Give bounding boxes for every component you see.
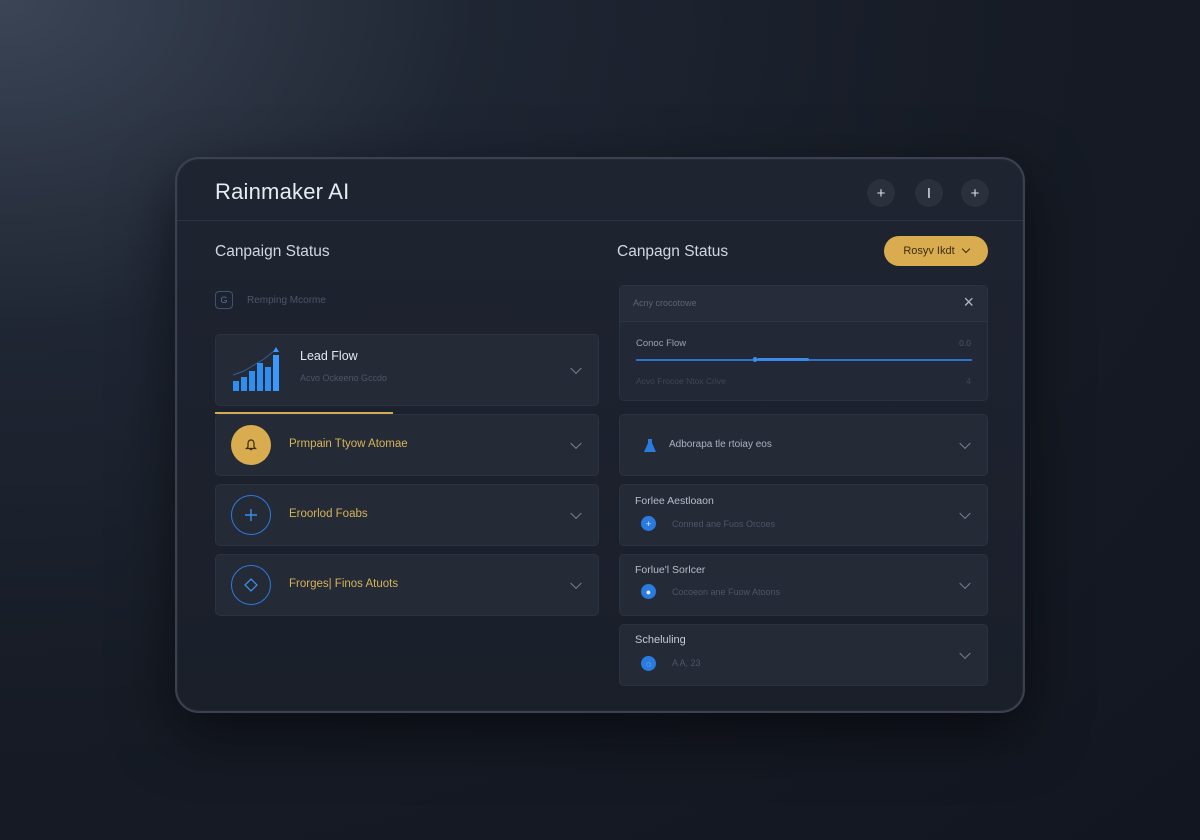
panel-sub-label: Acvo Frocoe Ntox Crive — [636, 376, 726, 386]
close-icon[interactable]: × — [963, 292, 974, 313]
plus-icon: + — [641, 516, 656, 531]
slider-value: 0.0 — [959, 338, 971, 348]
follower-subtitle: Cocoeon ane Fuow Atoons — [672, 587, 781, 597]
search-bar[interactable]: G Remping Mcorme — [215, 287, 595, 313]
bell-icon — [231, 425, 271, 465]
chevron-down-icon — [961, 244, 970, 254]
slider-label: Conoc Flow — [636, 338, 687, 349]
enrolled-feeds-card[interactable]: Eroorlod Foabs — [215, 484, 599, 546]
lead-flow-subtitle: Acvo Ockeeno Gccdo — [300, 373, 388, 383]
progress-alerts-label: Frorges| Finos Atuots — [289, 578, 399, 590]
chevron-down-icon[interactable] — [959, 647, 971, 660]
chevron-down-icon[interactable] — [959, 507, 971, 520]
chevron-down-icon[interactable] — [570, 362, 582, 375]
campaign-flow-card[interactable]: Prmpain Ttyow Atomae — [215, 414, 599, 476]
diamond-icon — [231, 565, 271, 605]
chevron-down-icon[interactable] — [959, 437, 971, 450]
search-icon: G — [215, 291, 233, 309]
adoption-label: Adborapa tle rtoiay eos — [669, 439, 772, 450]
add-button[interactable]: + — [867, 179, 895, 207]
panel-sub-value: 4 — [966, 376, 971, 386]
left-section-title: Canpaign Status — [215, 243, 330, 260]
chevron-down-icon[interactable] — [570, 437, 582, 450]
title-bar: Rainmaker AI + I + — [177, 159, 1023, 221]
search-input[interactable]: Remping Mcorme — [247, 295, 326, 306]
person-icon: ● — [641, 584, 656, 599]
lead-flow-title: Lead Flow — [300, 349, 358, 363]
follower-title: Forlue'l Sorlcer — [635, 564, 706, 576]
forecast-subtitle: Conned ane Fuos Orcoes — [672, 519, 776, 529]
plus-circle-icon — [231, 495, 271, 535]
forecast-row[interactable]: Forlee Aestloaon + Conned ane Fuos Orcoe… — [619, 484, 988, 546]
progress-alerts-card[interactable]: Frorges| Finos Atuots — [215, 554, 599, 616]
bar-chart-icon — [232, 347, 279, 391]
flow-slider-fill — [757, 358, 809, 361]
new-item-button[interactable]: + — [961, 179, 989, 207]
chevron-down-icon[interactable] — [570, 577, 582, 590]
activity-panel: Acny crocotowe × Conoc Flow 0.0 Acvo Fro… — [619, 285, 988, 401]
ready-edit-label: Rosyv Ikdt — [903, 245, 955, 257]
app-title: Rainmaker AI — [215, 179, 350, 204]
panel-header: Acny crocotowe × — [620, 286, 987, 322]
flask-icon — [644, 439, 656, 452]
adoption-row[interactable]: Adborapa tle rtoiay eos — [619, 414, 988, 476]
ready-edit-button[interactable]: Rosyv Ikdt — [884, 236, 988, 266]
campaign-flow-label: Prmpain Ttyow Atomae — [289, 438, 408, 450]
scheduling-title: Scheluling — [635, 634, 686, 646]
clock-icon: ◌ — [641, 656, 656, 671]
panel-header-label: Acny crocotowe — [633, 298, 697, 308]
forecast-title: Forlee Aestloaon — [635, 495, 714, 507]
right-section-title: Canpagn Status — [617, 243, 729, 260]
scheduling-row[interactable]: Scheluling ◌ A A, 23 — [619, 624, 988, 686]
scheduling-subtitle: A A, 23 — [672, 658, 701, 668]
app-window: Rainmaker AI + I + Canpaign Status G Rem… — [175, 157, 1025, 713]
info-button[interactable]: I — [915, 179, 943, 207]
lead-flow-card[interactable]: Lead Flow Acvo Ockeeno Gccdo — [215, 334, 599, 406]
chevron-down-icon[interactable] — [570, 507, 582, 520]
enrolled-feeds-label: Eroorlod Foabs — [289, 508, 368, 520]
chevron-down-icon[interactable] — [959, 577, 971, 590]
follower-row[interactable]: Forlue'l Sorlcer ● Cocoeon ane Fuow Atoo… — [619, 554, 988, 616]
